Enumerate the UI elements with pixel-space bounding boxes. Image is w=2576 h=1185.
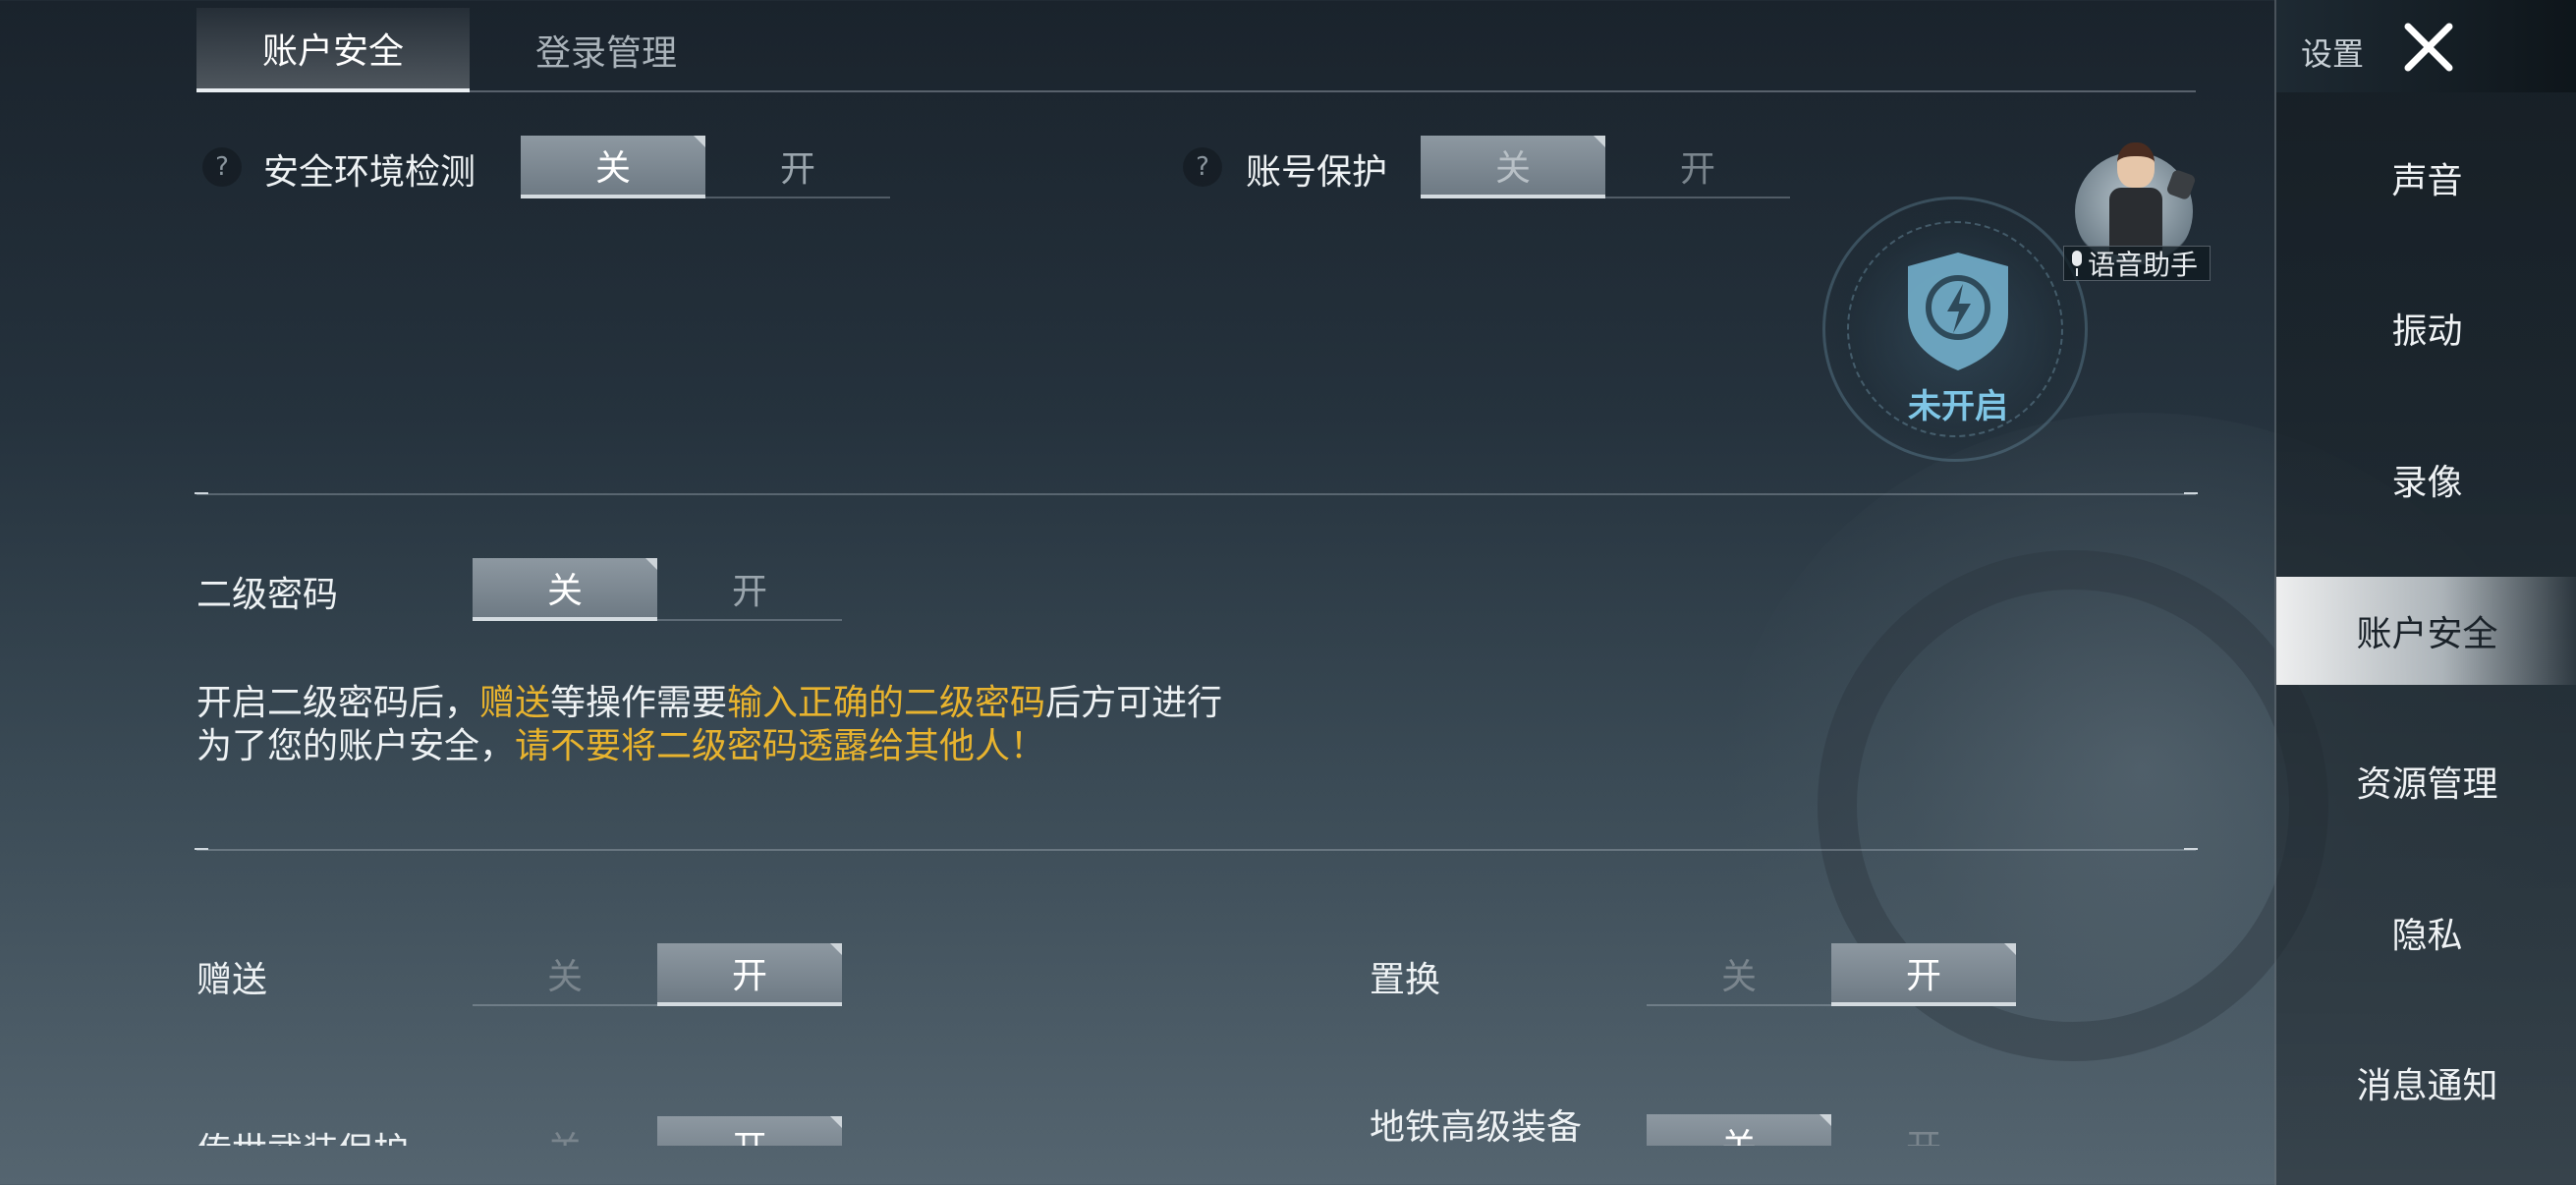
settings-sidebar: 设置 声音 振动 录像 账户安全 资源管理 隐私 消息通知 [2274,0,2576,1185]
microphone-icon [2070,251,2084,276]
metro-gear-off-option[interactable]: 关 [1647,1114,1831,1146]
legend-armor-on-option[interactable]: 开 [657,1116,842,1146]
tab-login-management[interactable]: 登录管理 [470,8,743,92]
sidebar-item-vibration[interactable]: 振动 [2276,274,2576,382]
account-protect-on-option[interactable]: 开 [1605,136,1790,198]
voice-assistant-button[interactable]: 语音助手 [2063,246,2211,281]
second-password-info-line2: 为了您的账户安全，请不要将二级密码透露给其他人！ [196,717,1045,768]
second-password-off-option[interactable]: 关 [473,558,657,621]
settings-content: 账户安全 登录管理 ? 安全环境检测 关 开 ? 账号保护 关 开 未开启 语音… [0,0,2274,1185]
second-password-label: 二级密码 [196,575,339,615]
tab-bar: 账户安全 登录管理 [196,8,2196,92]
replace-on-option[interactable]: 开 [1831,943,2016,1006]
section-divider [195,492,2198,495]
gift-on-option[interactable]: 开 [657,943,842,1006]
info-text: 为了您的账户安全， [196,726,516,766]
legend-armor-label: 传世武装保护 [196,1122,409,1146]
security-env-label: 安全环境检测 [263,152,476,193]
settings-title: 设置 [2301,35,2365,73]
second-password-on-option[interactable]: 开 [657,558,842,621]
sidebar-item-account-security[interactable]: 账户安全 [2276,577,2576,685]
security-env-on-option[interactable]: 开 [705,136,890,198]
close-icon [2404,23,2453,72]
gift-off-option[interactable]: 关 [473,943,657,1006]
sidebar-item-sound[interactable]: 声音 [2276,124,2576,232]
info-text: 后方可进行 [1045,683,1223,723]
security-env-off-option[interactable]: 关 [521,136,705,198]
sidebar-item-resource-management[interactable]: 资源管理 [2276,727,2576,835]
security-env-toggle: 关 开 [521,136,890,198]
sidebar-header: 设置 [2276,0,2576,92]
help-icon[interactable]: ? [202,147,242,187]
help-icon[interactable]: ? [1183,147,1222,187]
voice-assistant-label: 语音助手 [2088,249,2199,281]
section-divider [195,848,2198,851]
protection-status-badge: 未开启 [1822,197,2088,462]
metro-gear-toggle: 关 开 [1647,1114,2016,1146]
gift-toggle: 关 开 [473,943,842,1006]
account-protect-off-option[interactable]: 关 [1421,136,1605,198]
sidebar-item-recording[interactable]: 录像 [2276,425,2576,534]
second-password-toggle: 关 开 [473,558,842,621]
avatar-head [2117,142,2155,188]
close-button[interactable] [2389,14,2468,81]
metro-gear-label: 地铁高级装备 [1370,1107,1583,1146]
account-protect-toggle: 关 开 [1421,136,1790,198]
replace-off-option[interactable]: 关 [1647,943,1831,1006]
protection-status-text: 未开启 [1908,387,2008,426]
info-highlight: 请不要将二级密码透露给其他人！ [515,726,1046,766]
clipped-row-area: 传世武装保护 关 开 地铁高级装备 关 开 [0,1081,2274,1146]
replace-label: 置换 [1370,960,1441,1000]
shield-lightning-icon [1908,253,2008,370]
account-protect-label: 账号保护 [1246,152,1388,193]
legend-armor-off-option[interactable]: 关 [473,1116,657,1146]
tab-account-security[interactable]: 账户安全 [196,8,470,92]
replace-toggle: 关 开 [1647,943,2016,1006]
sidebar-item-privacy[interactable]: 隐私 [2276,878,2576,987]
legend-armor-toggle: 关 开 [473,1116,842,1146]
sidebar-item-notifications[interactable]: 消息通知 [2276,1029,2576,1137]
metro-gear-on-option[interactable]: 开 [1831,1114,2016,1146]
gift-label: 赠送 [196,960,268,1000]
